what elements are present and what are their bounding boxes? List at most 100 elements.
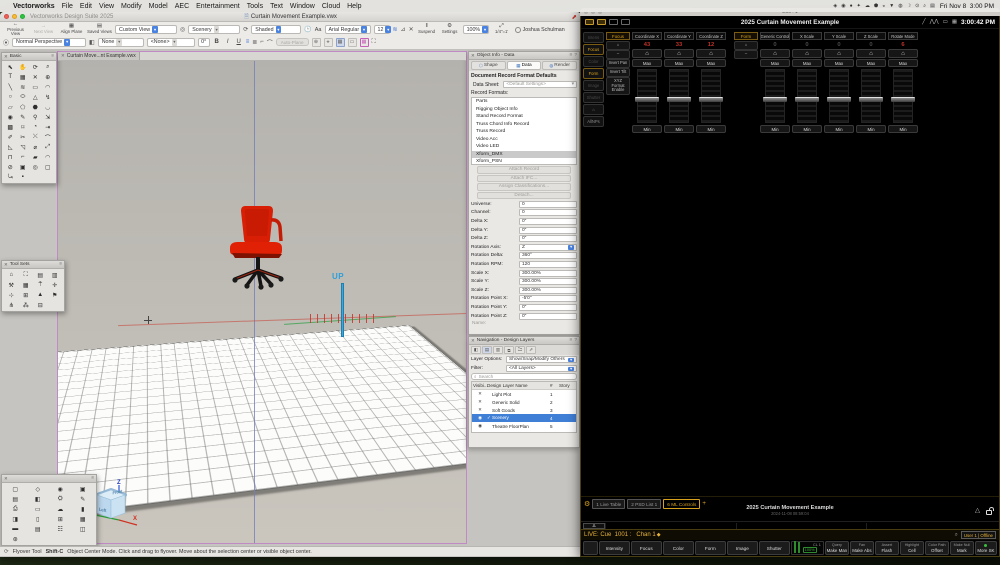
virtual-fader[interactable] <box>893 69 913 123</box>
field-input[interactable]: 0 ▼ <box>519 201 577 208</box>
layer-row[interactable]: ◉ Theatre FloorPlan 5 <box>472 422 576 430</box>
tool-icon[interactable]: ☷ <box>49 524 72 534</box>
tool-icon[interactable]: ⬭ <box>17 92 30 102</box>
tool-icon[interactable]: ✛ <box>48 280 63 290</box>
tool-icon[interactable]: ◇ <box>27 484 50 494</box>
field-input[interactable]: 360° ▼ <box>519 252 577 259</box>
menu-item[interactable]: Modify <box>121 3 142 10</box>
tool-icon[interactable]: ◧ <box>27 494 50 504</box>
align-text-icon[interactable]: ≡ <box>246 39 250 45</box>
tool-icon[interactable]: ⤬ <box>29 132 42 142</box>
up-axis-marker[interactable] <box>341 283 344 337</box>
align-plane-button[interactable]: ▦ Align Plane <box>59 24 84 34</box>
menu-item[interactable]: Edit <box>80 3 92 10</box>
monitor-4-icon[interactable] <box>621 19 630 25</box>
dual-softkey[interactable]: Highlight Cell <box>900 541 924 555</box>
max-button[interactable]: Max <box>632 59 662 67</box>
monitor-1-icon[interactable] <box>585 19 594 25</box>
tool-icon[interactable]: ⌒ <box>42 132 55 142</box>
tool-icon[interactable]: ◫ <box>72 524 95 534</box>
fader-knob[interactable] <box>827 97 851 102</box>
tool-icon[interactable]: ⊞ <box>19 290 34 300</box>
tool-icon[interactable]: ⊘ <box>4 162 17 172</box>
parameter-category-button[interactable]: Form <box>583 68 604 79</box>
drawing-tab[interactable]: ✕ Curtain Move...nt Example.vwx <box>58 52 140 60</box>
object-info-header[interactable]: ✕ Object Info - Data ≡? <box>469 52 579 60</box>
help-icon[interactable]: ? <box>574 53 577 58</box>
menubar-status-icon[interactable]: ✦ <box>857 3 861 9</box>
tool-icon[interactable]: ◺ <box>4 142 17 152</box>
field-input[interactable]: 300.00% ▼ <box>519 270 577 277</box>
layer-row[interactable]: ✕ Light Plot 1 <box>472 390 576 398</box>
dual-softkey[interactable]: Color Path Offset <box>925 541 949 555</box>
menu-item[interactable]: Entertainment <box>196 3 240 10</box>
distribute-icon[interactable]: ⊿ <box>401 26 406 33</box>
visibility-icon[interactable]: ◉ <box>473 415 487 421</box>
field-input[interactable]: 0 ▼ <box>519 209 577 216</box>
tool-icon[interactable]: ⌂ <box>4 270 19 280</box>
tool-icon[interactable]: ◨ <box>4 514 27 524</box>
home-button[interactable]: ⌂ <box>664 49 694 58</box>
menubar-status-icon[interactable]: ⌕ <box>923 3 926 9</box>
tool-icon[interactable]: ✋ <box>17 62 30 72</box>
dual-softkey[interactable]: Assert Flash <box>875 541 899 555</box>
layer-search-input[interactable]: ⌕ Search <box>471 373 577 380</box>
home-button[interactable]: ⌂ <box>824 49 854 58</box>
tool-icon[interactable]: ▤ <box>33 270 48 280</box>
virtual-fader[interactable] <box>669 69 689 123</box>
menu-item[interactable]: AEC <box>175 3 189 10</box>
menu-item[interactable]: Tools <box>247 3 263 10</box>
close-icon[interactable]: ✕ <box>4 54 8 60</box>
tool-icon[interactable]: ◎ <box>29 162 42 172</box>
tool-icon[interactable]: ▲ <box>33 290 48 300</box>
min-button[interactable]: Min <box>792 125 822 133</box>
virtual-fader[interactable] <box>861 69 881 123</box>
monitor-3-icon[interactable] <box>609 19 618 25</box>
tool-icon[interactable]: ◔ <box>29 122 42 132</box>
tool-icon[interactable]: T <box>4 72 17 82</box>
tool-icon[interactable]: ◡ <box>42 102 55 112</box>
home-button[interactable]: ⌂ <box>888 49 918 58</box>
record-format-item[interactable]: Xform_DMX <box>472 151 576 159</box>
panel-menu-icon[interactable]: ≡ <box>570 53 573 58</box>
focus-category-button[interactable]: – <box>606 50 630 59</box>
visibility-icon[interactable]: ◉ <box>473 423 487 429</box>
tool-icon[interactable]: ▤ <box>27 524 50 534</box>
field-input[interactable]: -5'0" ▼ <box>519 295 577 302</box>
workspace-tab[interactable]: 6 ML Controls <box>663 499 700 509</box>
tool-icon[interactable]: ⍑ <box>33 280 48 290</box>
softkey-blank[interactable] <box>583 541 598 555</box>
home-button[interactable]: ⌂ <box>760 49 790 58</box>
menubar-status-icon[interactable]: ◉ <box>841 3 845 9</box>
max-button[interactable]: Max <box>888 59 918 67</box>
plane-mode[interactable]: ▭ <box>348 38 357 47</box>
saved-views-button[interactable]: ▤ Saved Views <box>87 24 112 34</box>
record-action-button[interactable]: Assign Classifications... <box>477 183 571 191</box>
record-format-item[interactable]: Video LED <box>472 143 576 151</box>
topbar-icon[interactable]: ⋀⋀ <box>930 19 939 25</box>
record-format-item[interactable]: Xform_PSN <box>472 158 576 165</box>
parameter-category-button[interactable]: AllNPs <box>583 116 604 127</box>
record-action-button[interactable]: Attach Record <box>477 166 571 174</box>
parameter-category-button[interactable]: Image <box>583 80 604 91</box>
class-icon[interactable]: ◎ <box>180 26 185 33</box>
layer-row[interactable]: ◉ ✓Scenery 4 <box>472 414 576 422</box>
record-format-item[interactable]: Rigging Object Info <box>472 106 576 114</box>
menubar-status-icon[interactable]: ⬢ <box>874 3 878 9</box>
tool-icon[interactable]: ◉ <box>4 112 17 122</box>
suspend-button[interactable]: ‖ Suspend <box>417 24 437 34</box>
tool-icon[interactable]: ⊹ <box>4 290 19 300</box>
drawing-viewport[interactable]: ✕ Curtain Move...nt Example.vwx <box>57 51 467 544</box>
close-icon[interactable]: ✕ <box>471 53 475 59</box>
parameter-softkey[interactable]: Image <box>727 541 758 555</box>
italic-button[interactable]: I <box>224 39 232 45</box>
field-input[interactable]: 300.00% ▼ <box>519 287 577 294</box>
tool-icon[interactable]: ◉ <box>49 484 72 494</box>
record-format-item[interactable]: Truss Record <box>472 128 576 136</box>
visualization-palette-header[interactable]: ✕ ≡ <box>2 475 96 483</box>
dual-softkey[interactable]: Query Make Man <box>825 541 849 555</box>
red-chair-object[interactable] <box>226 204 296 292</box>
field-input[interactable]: 0" ▼ <box>519 313 577 320</box>
tool-icon[interactable]: ⬉ <box>4 62 17 72</box>
palette-menu-icon[interactable]: ≡ <box>59 262 62 267</box>
